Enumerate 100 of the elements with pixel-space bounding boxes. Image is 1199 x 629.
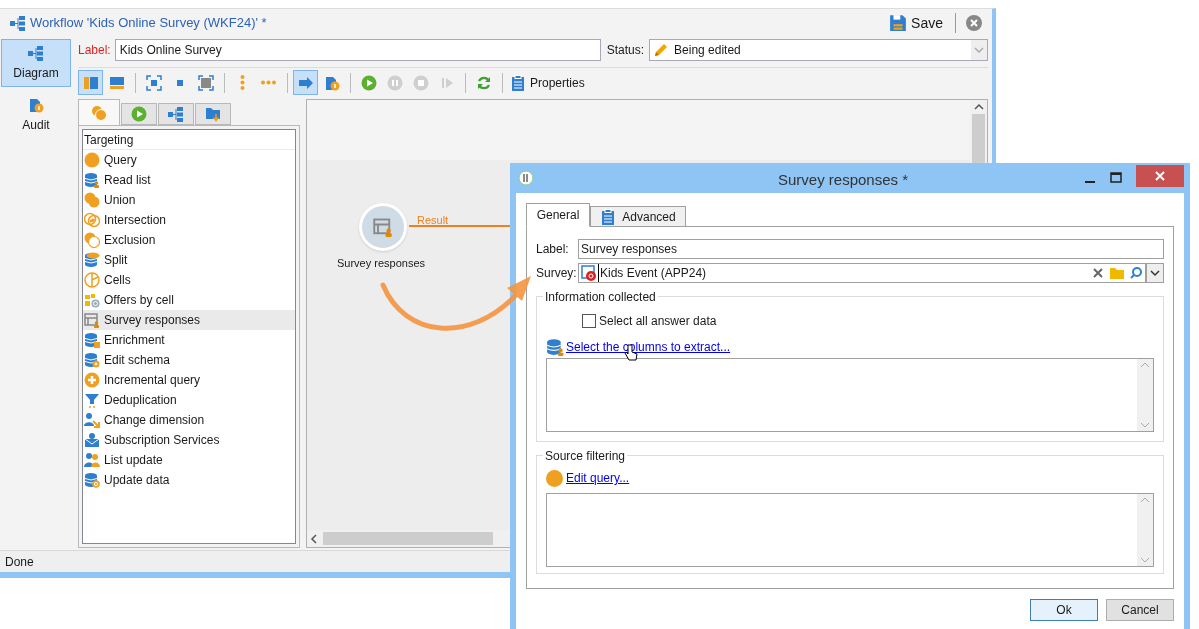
activity-item[interactable]: Update data bbox=[83, 470, 295, 490]
pencil-icon bbox=[653, 42, 670, 58]
caret-icon bbox=[971, 40, 987, 60]
checkbox[interactable] bbox=[582, 314, 596, 328]
vertical-scrollbar[interactable] bbox=[1137, 359, 1153, 431]
refresh-icon bbox=[475, 74, 492, 91]
survey-caption: Survey: bbox=[536, 265, 578, 282]
vertical-scrollbar[interactable] bbox=[1137, 494, 1153, 566]
activity-item[interactable]: Survey responses bbox=[83, 310, 295, 330]
diagram-tab[interactable]: Diagram bbox=[1, 39, 71, 87]
label-field[interactable]: Survey responses bbox=[578, 239, 1164, 259]
layout-icon bbox=[108, 74, 125, 91]
folder-download-icon bbox=[205, 106, 221, 122]
play-icon bbox=[360, 74, 377, 91]
close-icon bbox=[1154, 170, 1166, 182]
activity-item[interactable]: Read list bbox=[83, 170, 295, 190]
stop-icon bbox=[412, 74, 429, 91]
people-icon bbox=[84, 452, 100, 468]
advanced-tab[interactable]: Advanced bbox=[590, 206, 686, 227]
fit-icon bbox=[145, 74, 162, 91]
workflow-icon bbox=[168, 106, 184, 122]
close-icon[interactable] bbox=[966, 15, 982, 31]
close-button[interactable] bbox=[1136, 165, 1184, 187]
text-area[interactable] bbox=[546, 358, 1154, 432]
activity-item[interactable]: Deduplication bbox=[83, 390, 295, 410]
clipboard-icon bbox=[510, 74, 526, 91]
workflow-icon bbox=[10, 15, 26, 31]
actions-tab[interactable] bbox=[158, 103, 194, 125]
overlapping-circles-icon bbox=[91, 104, 107, 121]
overlapping-circles-icon bbox=[84, 212, 100, 228]
pause-icon bbox=[386, 74, 403, 91]
horizontal-dots-icon bbox=[261, 80, 276, 85]
activity-item[interactable]: List update bbox=[83, 450, 295, 470]
status-caption: Status: bbox=[606, 42, 645, 59]
flow-control-tab[interactable] bbox=[121, 103, 157, 125]
text-area[interactable] bbox=[546, 493, 1154, 567]
status-value: Being edited bbox=[674, 42, 742, 59]
activity-item[interactable]: Enrichment bbox=[83, 330, 295, 350]
people-icon bbox=[84, 412, 100, 428]
activity-item[interactable]: Offers by cell bbox=[83, 290, 295, 310]
fit-icon bbox=[197, 74, 214, 91]
clipboard-icon bbox=[600, 208, 617, 225]
document-info-icon bbox=[323, 74, 340, 91]
cancel-button[interactable]: Cancel bbox=[1106, 599, 1174, 621]
label-caption: Label: bbox=[536, 241, 570, 258]
scroll-down-icon[interactable] bbox=[1140, 421, 1150, 429]
search-icon[interactable] bbox=[1129, 266, 1143, 280]
layout-icon bbox=[82, 74, 99, 91]
layout-button[interactable] bbox=[78, 70, 103, 95]
survey-icon bbox=[581, 265, 597, 281]
vertical-dots-icon bbox=[240, 75, 245, 90]
activity-item[interactable]: Incremental query bbox=[83, 370, 295, 390]
scroll-down-icon[interactable] bbox=[1140, 556, 1150, 564]
activity-item[interactable]: Subscription Services bbox=[83, 430, 295, 450]
clear-icon[interactable] bbox=[1091, 266, 1105, 280]
circle-icon bbox=[546, 469, 563, 487]
window-title: Workflow 'Kids Online Survey (WKF24)' * bbox=[30, 14, 267, 33]
activity-item[interactable]: Change dimension bbox=[83, 410, 295, 430]
properties-button[interactable]: Properties bbox=[508, 70, 587, 95]
activity-item[interactable]: Union bbox=[83, 190, 295, 210]
label-field[interactable]: Kids Online Survey bbox=[114, 39, 601, 61]
status-dropdown[interactable]: Being edited bbox=[649, 39, 988, 61]
activity-item[interactable]: Intersection bbox=[83, 210, 295, 230]
activity-item[interactable]: Edit schema bbox=[83, 350, 295, 370]
transition-label: Result bbox=[417, 213, 449, 228]
scroll-thumb[interactable] bbox=[323, 532, 493, 545]
survey-value: Kids Event (APP24) bbox=[598, 264, 1091, 282]
pie-icon bbox=[84, 272, 100, 288]
database-person-icon bbox=[546, 338, 564, 356]
maximize-icon[interactable] bbox=[1110, 172, 1122, 184]
checkbox-label: Select all answer data bbox=[599, 313, 717, 330]
dropdown-button[interactable] bbox=[1146, 263, 1164, 283]
dialog-title: Survey responses * bbox=[778, 170, 909, 190]
activity-node[interactable] bbox=[359, 203, 407, 251]
node-label: Survey responses bbox=[337, 256, 426, 271]
activity-item[interactable]: Exclusion bbox=[83, 230, 295, 250]
ok-button[interactable]: Ok bbox=[1030, 599, 1098, 621]
events-tab[interactable] bbox=[195, 103, 231, 125]
caret-icon bbox=[1150, 269, 1160, 277]
workflow-icon bbox=[28, 44, 44, 61]
activity-item[interactable]: Query bbox=[83, 150, 295, 170]
activity-item[interactable]: Split bbox=[83, 250, 295, 270]
arrow-icon bbox=[297, 74, 314, 91]
save-button[interactable]: Save bbox=[887, 12, 945, 34]
app-icon bbox=[518, 170, 534, 186]
status-text: Done bbox=[5, 553, 34, 571]
survey-field[interactable]: Kids Event (APP24) bbox=[578, 263, 1146, 283]
general-tab[interactable]: General bbox=[526, 203, 590, 227]
arrow-button[interactable] bbox=[293, 70, 318, 95]
overlapping-circles-icon bbox=[84, 192, 100, 208]
circle-icon bbox=[84, 152, 100, 168]
audit-tab[interactable]: Audit bbox=[1, 91, 71, 139]
edit-query-link[interactable]: Edit query... bbox=[566, 469, 630, 487]
form-person-icon bbox=[373, 217, 393, 237]
targeting-tab[interactable] bbox=[78, 99, 120, 125]
document-info-icon bbox=[28, 96, 44, 113]
category-header: Targeting bbox=[83, 130, 295, 150]
play-icon bbox=[131, 106, 147, 122]
activity-item[interactable]: Cells bbox=[83, 270, 295, 290]
label-caption: Label: bbox=[78, 42, 111, 59]
